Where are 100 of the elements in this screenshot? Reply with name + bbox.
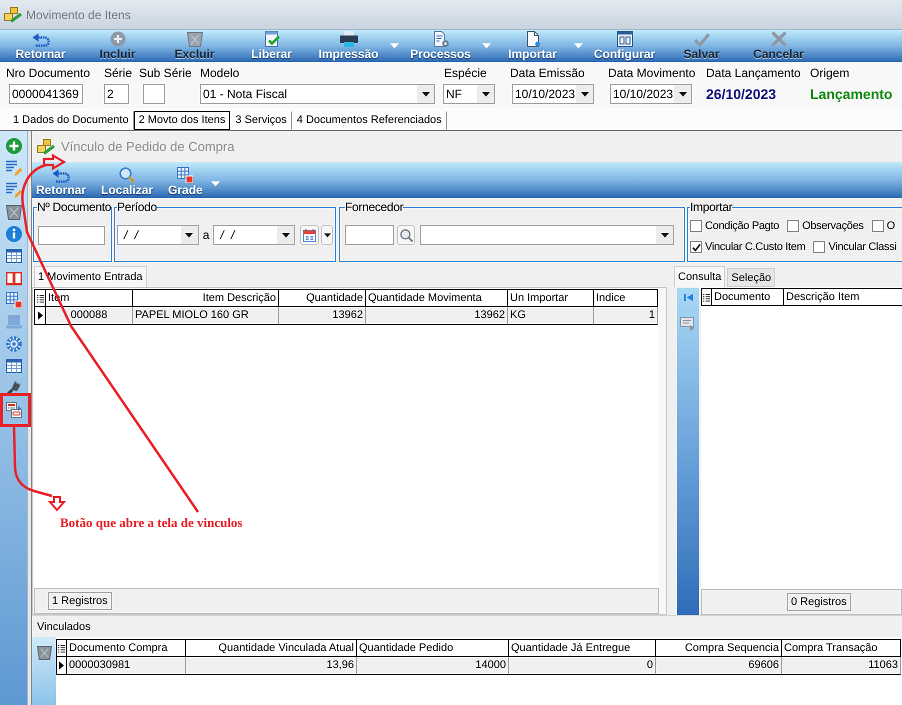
table-cell: 13,96 <box>186 657 357 675</box>
toolbar-button[interactable]: Processos <box>402 30 479 62</box>
first-record-icon[interactable] <box>684 293 692 302</box>
field-label: Origem <box>810 66 850 80</box>
tool-icon[interactable] <box>6 380 22 396</box>
row-pointer-icon <box>38 311 42 320</box>
column-header: Quantidade <box>279 289 366 307</box>
toolbar-button[interactable]: Importar <box>494 30 571 62</box>
plus-circle-icon <box>110 31 126 47</box>
tab[interactable]: 4 Documentos Referenciados <box>292 111 447 130</box>
caret-icon <box>678 92 686 96</box>
section-title: Vinculados <box>37 620 91 634</box>
record-count: 0 Registros <box>787 593 851 611</box>
return-arrow-icon <box>52 169 70 183</box>
toolbar-button[interactable]: Localizar <box>101 162 154 198</box>
range-separator: a <box>202 228 210 242</box>
dropdown-field[interactable]: 10/10/2023 <box>610 84 692 104</box>
tab[interactable]: Seleção <box>727 268 776 287</box>
caret-icon <box>324 232 331 238</box>
input-field[interactable]: 0000041369 <box>9 84 83 104</box>
trash-icon[interactable] <box>36 645 52 660</box>
toolbar-button[interactable]: Retornar <box>36 162 86 198</box>
checkbox[interactable] <box>813 241 826 253</box>
field-label: Sub Série <box>139 66 193 80</box>
calendar-button[interactable] <box>300 225 320 245</box>
column-header: Descrição Item <box>784 288 902 306</box>
grid-icon[interactable] <box>6 292 22 308</box>
caret-icon <box>482 43 491 49</box>
checkbox[interactable] <box>690 220 702 232</box>
cross-icon <box>770 31 786 47</box>
table-icon[interactable] <box>6 358 22 374</box>
dropdown-field[interactable]: 10/10/2023 <box>512 84 594 104</box>
dropdown-field[interactable]: NF <box>443 84 495 104</box>
search-button[interactable] <box>397 225 415 245</box>
column-header: Compra Transação <box>782 639 901 657</box>
dropdown-button[interactable] <box>321 225 333 245</box>
list-pencil-icon[interactable] <box>6 182 22 198</box>
toolbar-button[interactable]: Configurar <box>586 30 663 62</box>
table-icon[interactable] <box>6 248 22 264</box>
document-icon <box>524 31 540 47</box>
checkbox[interactable] <box>872 220 884 232</box>
table-cell: 11063 <box>782 657 901 675</box>
caret-icon <box>282 232 290 238</box>
checkbox[interactable] <box>690 241 702 253</box>
toolbar-button[interactable]: Grade <box>168 162 203 198</box>
record-count: 1 Registros <box>48 592 112 610</box>
trash-icon[interactable] <box>6 204 22 220</box>
table-cell: 69606 <box>656 657 782 675</box>
field-value: 26/10/2023 <box>706 85 778 104</box>
row-pointer-icon <box>59 661 64 670</box>
input-field[interactable] <box>38 226 105 245</box>
gear-icon[interactable] <box>6 336 22 352</box>
boxes-icon <box>4 6 22 22</box>
book-icon[interactable] <box>6 270 22 286</box>
info-icon[interactable] <box>6 226 22 242</box>
checkbox[interactable] <box>787 220 800 232</box>
caret-icon <box>210 181 220 187</box>
caret-icon <box>390 43 399 49</box>
field-label: Espécie <box>444 66 488 80</box>
dropdown-field[interactable]: 01 - Nota Fiscal <box>200 84 435 104</box>
table-cell: 0000030981 <box>67 657 186 675</box>
input-field[interactable]: 2 <box>104 84 129 104</box>
field-label: Modelo <box>200 66 240 80</box>
tab[interactable]: 2 Movto dos Itens <box>134 111 230 130</box>
form-icon[interactable] <box>680 317 696 331</box>
toolbar-button[interactable]: Impressão <box>310 30 387 62</box>
input-field[interactable] <box>345 225 394 245</box>
group-label: Importar <box>690 200 732 214</box>
trash-icon <box>186 31 202 47</box>
list-icon <box>703 292 710 302</box>
checkmark-icon <box>692 242 700 252</box>
caret-icon <box>185 232 194 238</box>
field-label: Nro Documento <box>6 66 92 80</box>
table-cell: 14000 <box>357 657 509 675</box>
dropdown-field[interactable] <box>420 225 674 245</box>
tab[interactable]: 3 Serviços <box>230 111 292 130</box>
documents-icon[interactable] <box>6 402 22 418</box>
tab[interactable]: Consulta <box>674 266 726 287</box>
field-label: Data Movimento <box>608 66 696 80</box>
boxes-icon <box>37 138 55 154</box>
table-cell: KG <box>508 307 594 325</box>
field-label: Data Emissão <box>510 66 586 80</box>
table-cell: PAPEL MIOLO 160 GR <box>133 307 279 325</box>
column-header: Documento <box>712 288 784 306</box>
document-check-icon <box>264 31 280 47</box>
toolbar-button[interactable]: Liberar <box>233 30 310 62</box>
annotation-text: Botão que abre a tela de vinculos <box>60 515 242 531</box>
caret-icon <box>660 232 668 238</box>
caret-icon <box>482 92 490 96</box>
list-pencil-icon[interactable] <box>6 160 22 176</box>
table-cell: 13962 <box>279 307 366 325</box>
group-label: Fornecedor <box>345 200 404 214</box>
caret-icon <box>422 92 430 96</box>
window-title: Movimento de Itens <box>26 6 131 22</box>
dropdown-field[interactable]: / / <box>213 225 296 245</box>
input-field[interactable] <box>143 84 165 104</box>
grid-icon <box>177 167 194 183</box>
dropdown-field[interactable]: / / <box>117 225 199 245</box>
caret-icon <box>580 92 588 96</box>
plus-circle-icon[interactable] <box>6 138 22 154</box>
